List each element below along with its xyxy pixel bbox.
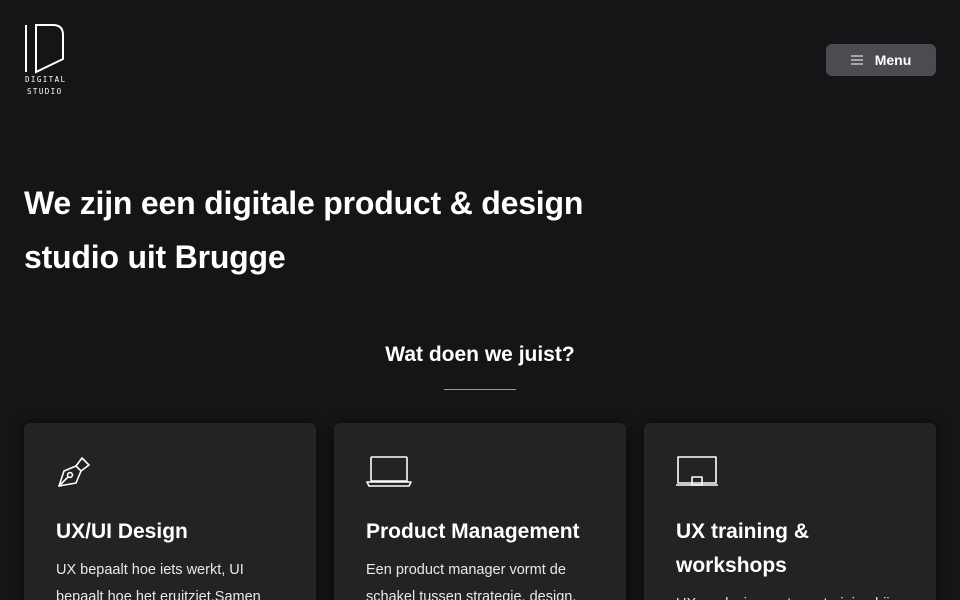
- pen-nib-icon: [58, 457, 90, 487]
- section-title: Wat doen we juist?: [385, 343, 575, 366]
- logo[interactable]: DIGITAL STUDIO: [24, 24, 66, 98]
- service-card-ux-training[interactable]: UX training & workshops UX en design met…: [644, 423, 936, 600]
- service-card-ux-ui-design[interactable]: UX/UI Design UX bepaalt hoe iets werkt, …: [24, 423, 316, 600]
- logo-mark-icon: [25, 24, 64, 74]
- logo-text-digital: DIGITAL: [25, 75, 67, 84]
- laptop-icon: [366, 456, 412, 487]
- service-card-product-management[interactable]: Product Management Een product manager v…: [334, 423, 626, 600]
- card-text: Een product manager vormt de schakel tus…: [366, 562, 577, 600]
- card-title: UX training & workshops: [676, 520, 810, 577]
- whiteboard-icon: [676, 456, 718, 486]
- card-title: UX/UI Design: [56, 520, 188, 543]
- card-text: UX bepaalt hoe iets werkt, UI bepaalt ho…: [56, 562, 261, 600]
- hamburger-icon: [850, 55, 863, 65]
- menu-button[interactable]: Menu: [826, 44, 936, 76]
- menu-label: Menu: [874, 52, 912, 68]
- section-divider: [444, 389, 516, 390]
- logo-text-studio: STUDIO: [27, 87, 63, 96]
- hero-title: We zijn een digitale product & design st…: [24, 185, 584, 275]
- card-text: UX en design met een training bij: [676, 591, 904, 600]
- card-title: Product Management: [366, 520, 580, 543]
- page: DIGITAL STUDIO Menu We zijn een digitale…: [0, 0, 960, 600]
